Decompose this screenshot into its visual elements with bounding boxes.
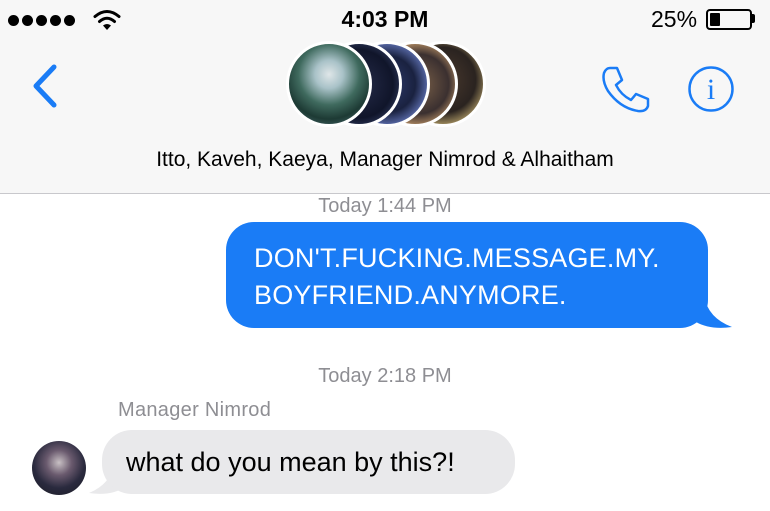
message-timestamp: Today 2:18 PM: [318, 365, 452, 387]
svg-text:i: i: [707, 73, 715, 106]
battery-icon: [706, 9, 752, 30]
info-icon[interactable]: i: [687, 65, 735, 113]
group-participants[interactable]: Itto, Kaveh, Kaeya, Manager Nimrod & Alh…: [0, 148, 770, 172]
incoming-message-bubble[interactable]: what do you mean by this?!: [102, 430, 515, 494]
outgoing-message-bubble[interactable]: DON'T.FUCKING.MESSAGE.MY. BOYFRIEND.ANYM…: [226, 222, 708, 328]
battery-percent: 25%: [651, 6, 698, 32]
participant-avatar: [286, 41, 372, 127]
message-text-line: BOYFRIEND.ANYMORE.: [254, 280, 567, 310]
message-timestamp: Today 1:44 PM: [318, 195, 452, 217]
phone-icon[interactable]: [600, 64, 652, 114]
message-text-line: DON'T.FUCKING.MESSAGE.MY.: [254, 243, 660, 273]
conversation-header: 4:03 PM 25% i Itto, Kaveh, Kaeya, Manage…: [0, 0, 770, 194]
sender-name: Manager Nimrod: [118, 399, 272, 421]
chevron-left-icon[interactable]: [30, 64, 60, 108]
battery-tip: [752, 14, 755, 23]
sender-avatar[interactable]: [32, 441, 86, 495]
outgoing-bubble-tail: [690, 296, 732, 328]
message-text: what do you mean by this?!: [126, 447, 455, 477]
group-avatar-stack[interactable]: [286, 41, 486, 131]
